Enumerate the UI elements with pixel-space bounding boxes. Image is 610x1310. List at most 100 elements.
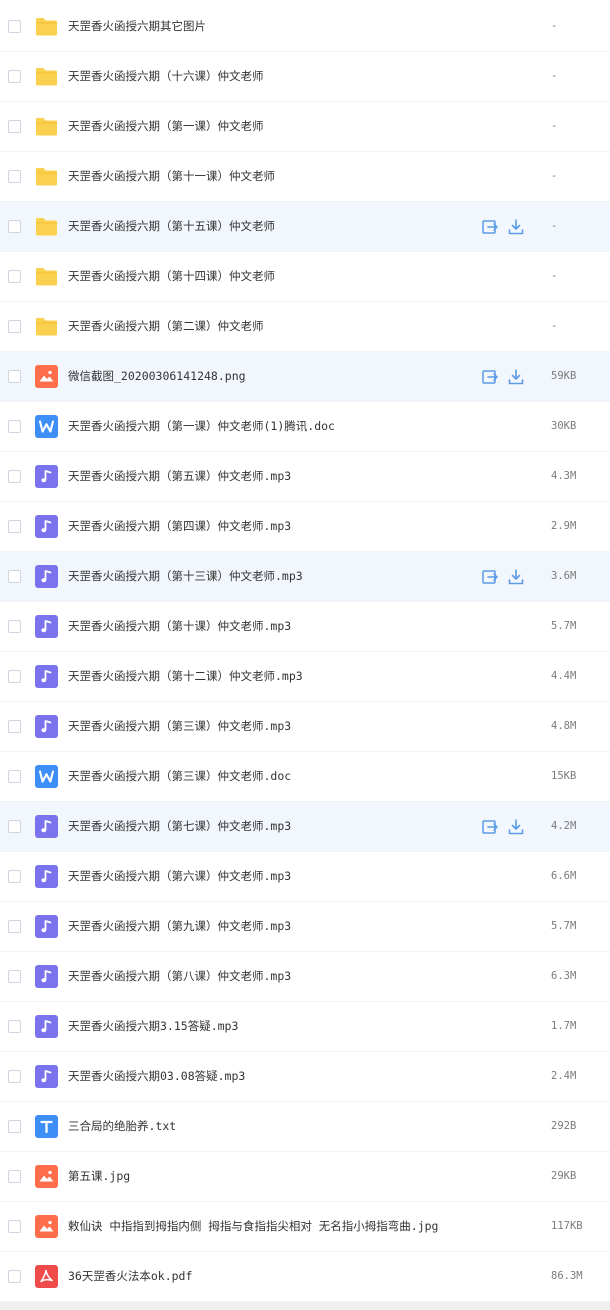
file-row[interactable]: 敕仙诀 中指指到拇指内侧 拇指与食指指尖相对 无名指小拇指弯曲.jpg 117KB [0, 1202, 610, 1252]
file-row[interactable]: 天罡香火函授六期（第十二课）仲文老师.mp3 4.4M [0, 652, 610, 702]
row-checkbox[interactable] [8, 870, 21, 883]
row-checkbox[interactable] [8, 770, 21, 783]
file-row[interactable]: 天罡香火函授六期（第十三课）仲文老师.mp3 3.6M [0, 552, 610, 602]
file-row[interactable]: 天罡香火函授六期（第十课）仲文老师.mp3 5.7M [0, 602, 610, 652]
file-row[interactable]: 天罡香火函授六期3.15答疑.mp3 1.7M [0, 1002, 610, 1052]
download-icon[interactable] [507, 218, 525, 236]
file-row[interactable]: 第五课.jpg 29KB [0, 1152, 610, 1202]
share-icon[interactable] [481, 568, 499, 586]
file-row[interactable]: 天罡香火函授六期（第十四课）仲文老师 - [0, 252, 610, 302]
row-checkbox[interactable] [8, 270, 21, 283]
file-row[interactable]: 36天罡香火法本ok.pdf 86.3M [0, 1252, 610, 1302]
file-name-link[interactable]: 天罡香火函授六期（十六课）仲文老师 [68, 52, 264, 101]
download-icon[interactable] [507, 818, 525, 836]
file-size: - [551, 320, 558, 332]
file-name-link[interactable]: 天罡香火函授六期（第四课）仲文老师.mp3 [68, 502, 291, 551]
file-row[interactable]: 天罡香火函授六期其它图片 - [0, 2, 610, 52]
file-name-link[interactable]: 天罡香火函授六期其它图片 [68, 2, 206, 51]
file-name-link[interactable]: 天罡香火函授六期（第十课）仲文老师.mp3 [68, 602, 291, 651]
file-name-link[interactable]: 天罡香火函授六期（第十三课）仲文老师.mp3 [68, 552, 303, 601]
row-checkbox[interactable] [8, 1170, 21, 1183]
row-checkbox[interactable] [8, 220, 21, 233]
download-icon[interactable] [507, 368, 525, 386]
file-name-link[interactable]: 三合局的绝胎养.txt [68, 1102, 176, 1151]
file-name-link[interactable]: 天罡香火函授六期（第三课）仲文老师.mp3 [68, 702, 291, 751]
download-icon[interactable] [507, 568, 525, 586]
row-checkbox[interactable] [8, 1220, 21, 1233]
file-row[interactable]: 天罡香火函授六期（第七课）仲文老师.mp3 4.2M [0, 802, 610, 852]
share-icon[interactable] [481, 818, 499, 836]
file-size: 30KB [551, 420, 577, 432]
file-size: 4.8M [551, 720, 577, 732]
row-checkbox[interactable] [8, 1070, 21, 1083]
file-name-link[interactable]: 天罡香火函授六期（第六课）仲文老师.mp3 [68, 852, 291, 901]
horizontal-scrollbar[interactable] [0, 1302, 610, 1310]
file-row[interactable]: 微信截图_20200306141248.png 59KB [0, 352, 610, 402]
share-icon[interactable] [481, 218, 499, 236]
file-row[interactable]: 天罡香火函授六期（第一课）仲文老师 - [0, 102, 610, 152]
file-row[interactable]: 天罡香火函授六期（十六课）仲文老师 - [0, 52, 610, 102]
file-name-link[interactable]: 天罡香火函授六期（第七课）仲文老师.mp3 [68, 802, 291, 851]
row-checkbox[interactable] [8, 720, 21, 733]
file-name-link[interactable]: 天罡香火函授六期3.15答疑.mp3 [68, 1002, 238, 1051]
file-row[interactable]: 天罡香火函授六期（第十一课）仲文老师 - [0, 152, 610, 202]
file-name-link[interactable]: 天罡香火函授六期（第十一课）仲文老师 [68, 152, 275, 201]
row-checkbox[interactable] [8, 420, 21, 433]
file-name-link[interactable]: 天罡香火函授六期（第一课）仲文老师 [68, 102, 264, 151]
row-checkbox[interactable] [8, 320, 21, 333]
music-file-icon [35, 715, 58, 738]
file-row[interactable]: 天罡香火函授六期（第九课）仲文老师.mp3 5.7M [0, 902, 610, 952]
row-checkbox[interactable] [8, 920, 21, 933]
file-name-link[interactable]: 敕仙诀 中指指到拇指内侧 拇指与食指指尖相对 无名指小拇指弯曲.jpg [68, 1202, 438, 1251]
file-name-link[interactable]: 天罡香火函授六期（第八课）仲文老师.mp3 [68, 952, 291, 1001]
file-size: - [551, 120, 558, 132]
file-row[interactable]: 天罡香火函授六期（第八课）仲文老师.mp3 6.3M [0, 952, 610, 1002]
row-checkbox[interactable] [8, 1120, 21, 1133]
row-checkbox[interactable] [8, 120, 21, 133]
row-checkbox[interactable] [8, 170, 21, 183]
row-checkbox[interactable] [8, 20, 21, 33]
file-name-link[interactable]: 天罡香火函授六期（第一课）仲文老师(1)腾讯.doc [68, 402, 335, 451]
folder-icon [35, 265, 58, 288]
music-file-icon [35, 915, 58, 938]
row-checkbox[interactable] [8, 670, 21, 683]
file-name-link[interactable]: 天罡香火函授六期（第十五课）仲文老师 [68, 202, 275, 251]
file-row[interactable]: 天罡香火函授六期（第二课）仲文老师 - [0, 302, 610, 352]
row-checkbox[interactable] [8, 970, 21, 983]
file-name-link[interactable]: 第五课.jpg [68, 1152, 130, 1201]
row-checkbox[interactable] [8, 70, 21, 83]
row-checkbox[interactable] [8, 370, 21, 383]
file-name-link[interactable]: 天罡香火函授六期（第十二课）仲文老师.mp3 [68, 652, 303, 701]
image-file-icon [35, 1215, 58, 1238]
file-name-link[interactable]: 天罡香火函授六期（第二课）仲文老师 [68, 302, 264, 351]
file-name-link[interactable]: 天罡香火函授六期（第十四课）仲文老师 [68, 252, 275, 301]
file-row[interactable]: 三合局的绝胎养.txt 292B [0, 1102, 610, 1152]
share-icon[interactable] [481, 368, 499, 386]
row-checkbox[interactable] [8, 520, 21, 533]
row-checkbox[interactable] [8, 1020, 21, 1033]
row-checkbox[interactable] [8, 570, 21, 583]
row-checkbox[interactable] [8, 820, 21, 833]
file-row[interactable]: 天罡香火函授六期（第六课）仲文老师.mp3 6.6M [0, 852, 610, 902]
music-file-icon [35, 665, 58, 688]
file-row[interactable]: 天罡香火函授六期（第十五课）仲文老师 - [0, 202, 610, 252]
file-row[interactable]: 天罡香火函授六期（第五课）仲文老师.mp3 4.3M [0, 452, 610, 502]
row-checkbox[interactable] [8, 1270, 21, 1283]
file-row[interactable]: 天罡香火函授六期（第三课）仲文老师.doc 15KB [0, 752, 610, 802]
file-size: 29KB [551, 1170, 577, 1182]
file-name-link[interactable]: 天罡香火函授六期（第九课）仲文老师.mp3 [68, 902, 291, 951]
file-row[interactable]: 天罡香火函授六期03.08答疑.mp3 2.4M [0, 1052, 610, 1102]
file-list: 天罡香火函授六期其它图片 - 天罡香火函授六期（十六课）仲文老师 - 天罡香火函授六期（… [0, 0, 610, 1302]
file-name-link[interactable]: 天罡香火函授六期03.08答疑.mp3 [68, 1052, 245, 1101]
file-name-link[interactable]: 36天罡香火法本ok.pdf [68, 1252, 192, 1301]
file-row[interactable]: 天罡香火函授六期（第三课）仲文老师.mp3 4.8M [0, 702, 610, 752]
file-name-link[interactable]: 天罡香火函授六期（第三课）仲文老师.doc [68, 752, 291, 801]
file-name-link[interactable]: 天罡香火函授六期（第五课）仲文老师.mp3 [68, 452, 291, 501]
file-row[interactable]: 天罡香火函授六期（第一课）仲文老师(1)腾讯.doc 30KB [0, 402, 610, 452]
folder-icon [35, 65, 58, 88]
row-checkbox[interactable] [8, 620, 21, 633]
row-checkbox[interactable] [8, 470, 21, 483]
file-size: 117KB [551, 1220, 583, 1232]
file-name-link[interactable]: 微信截图_20200306141248.png [68, 352, 246, 401]
file-row[interactable]: 天罡香火函授六期（第四课）仲文老师.mp3 2.9M [0, 502, 610, 552]
